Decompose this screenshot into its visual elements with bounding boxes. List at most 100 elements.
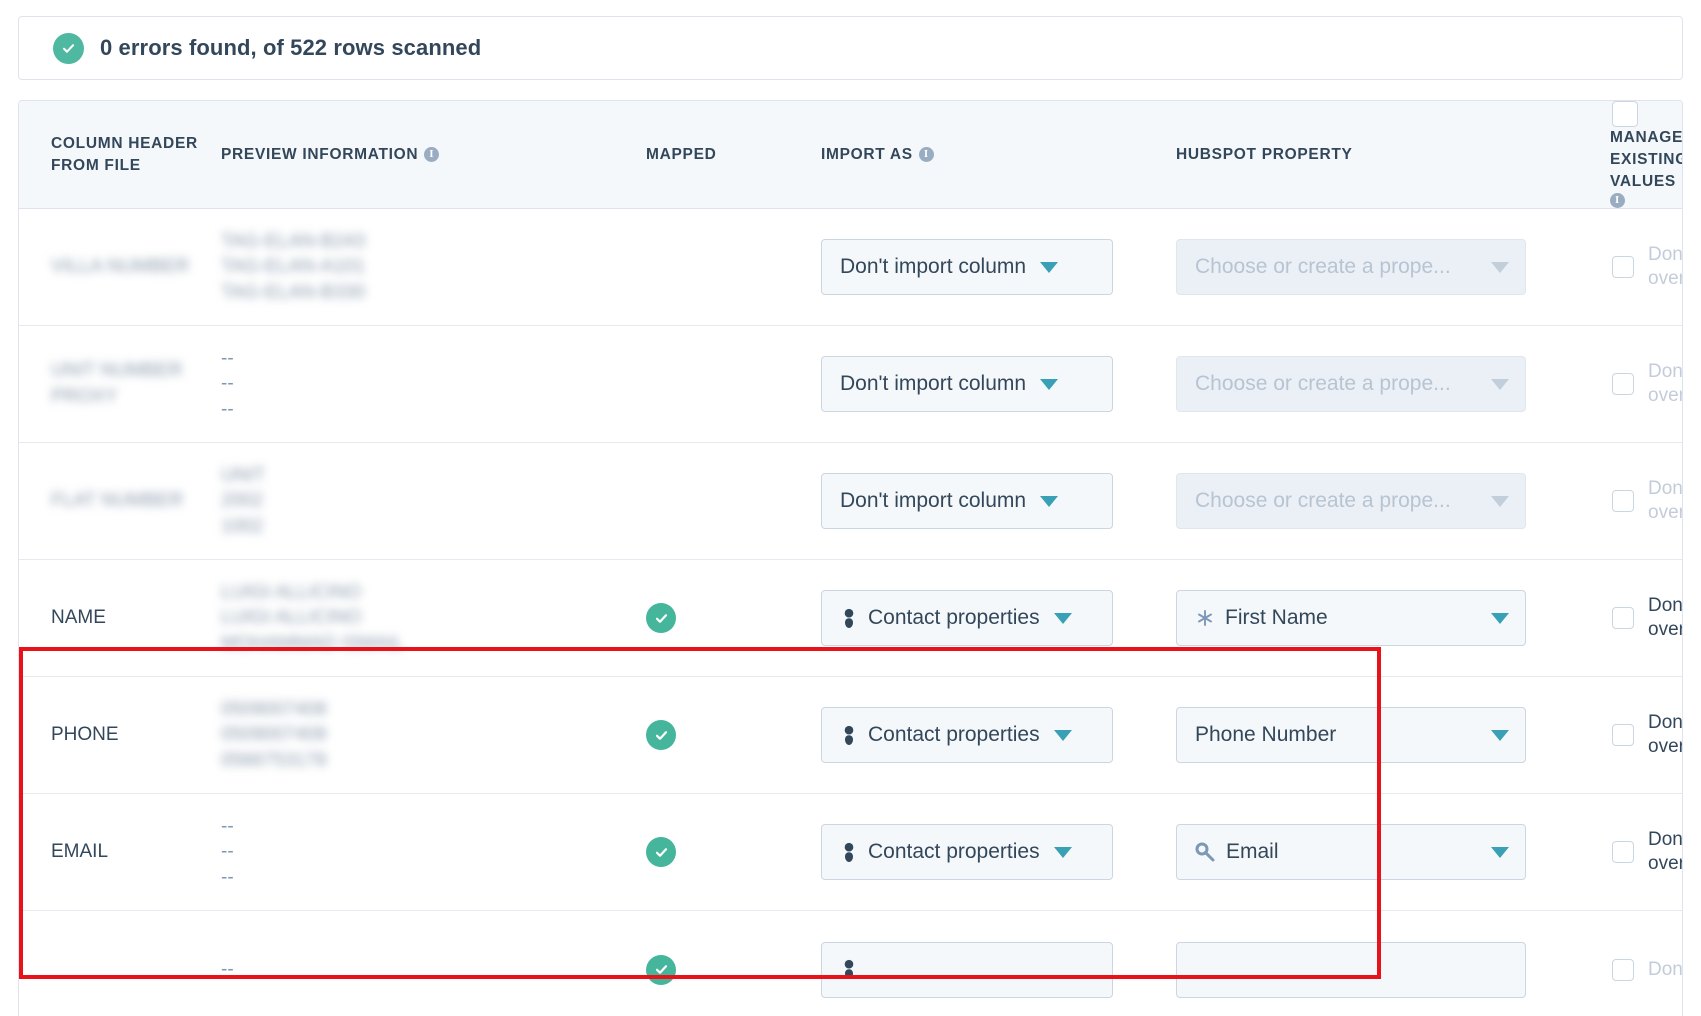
import-as-select[interactable]: Contact properties xyxy=(821,707,1113,763)
overwrite-label: Don't overwrite xyxy=(1648,595,1683,640)
manage-existing-values-info-icon[interactable]: i xyxy=(1610,193,1625,208)
select-all-overwrite-checkbox[interactable] xyxy=(1612,101,1638,127)
table-row: -- Don xyxy=(19,911,1682,1016)
manage-existing-values-cell: Don't overwrite xyxy=(1596,360,1683,408)
table-row: FLAT NUMBER UNIT 2002 1002 Don't import … xyxy=(19,443,1682,560)
hubspot-property-select: Choose or create a prope... xyxy=(1176,239,1526,295)
mapped-check-icon xyxy=(646,837,676,867)
overwrite-checkbox[interactable] xyxy=(1612,958,1634,981)
overwrite-checkbox[interactable] xyxy=(1612,256,1634,278)
table-header-row: COLUMN HEADER FROM FILE PREVIEW INFORMAT… xyxy=(19,101,1682,209)
hubspot-property-select[interactable]: First Name xyxy=(1176,590,1526,646)
chevron-down-icon xyxy=(1491,729,1509,741)
import-as-cell: Contact properties xyxy=(821,824,1176,880)
preview-value: -- -- -- xyxy=(221,816,234,888)
import-as-label: Don't import column xyxy=(840,489,1027,512)
column-header-value: PHONE xyxy=(51,724,119,746)
column-header-value: EMAIL xyxy=(51,841,109,863)
import-as-cell: Contact properties xyxy=(821,590,1176,646)
import-as-cell: Contact properties xyxy=(821,707,1176,763)
preview-value: -- -- -- xyxy=(221,348,234,420)
import-as-select[interactable] xyxy=(821,941,1113,998)
chevron-down-icon xyxy=(1491,612,1509,624)
import-as-select[interactable]: Don't import column xyxy=(821,473,1113,529)
hubspot-property-label: Phone Number xyxy=(1195,723,1337,746)
manage-existing-values-cell: Don't overwrite xyxy=(1596,711,1682,759)
mapped-check-icon xyxy=(646,954,676,985)
import-as-select[interactable]: Don't import column xyxy=(821,356,1113,412)
import-mapping-page: 0 errors found, of 522 rows scanned COLU… xyxy=(0,0,1701,1016)
contact-icon xyxy=(840,725,858,746)
hubspot-property-label: Choose or create a prope... xyxy=(1195,255,1451,278)
hubspot-property-cell: Choose or create a prope... xyxy=(1176,473,1596,529)
key-icon xyxy=(1195,842,1216,863)
chevron-down-icon xyxy=(1040,495,1059,507)
import-as-label: Don't import column xyxy=(840,372,1027,395)
table-row: VILLA NUMBER TAG-ELAN-B243 TAG-ELAN-A101… xyxy=(19,209,1682,326)
overwrite-checkbox[interactable] xyxy=(1612,373,1634,395)
import-as-label: Contact properties xyxy=(868,723,1040,746)
manage-existing-values-cell: Don't overwrite xyxy=(1596,828,1683,876)
hubspot-property-select[interactable]: Email xyxy=(1176,824,1526,880)
overwrite-label: Don't overwrite xyxy=(1648,478,1683,523)
preview-value: UNIT 2002 1002 xyxy=(221,465,266,537)
overwrite-checkbox[interactable] xyxy=(1612,724,1634,746)
chevron-down-icon xyxy=(1053,612,1072,624)
hubspot-property-label: Choose or create a prope... xyxy=(1195,372,1451,395)
hubspot-property-select[interactable]: Phone Number xyxy=(1176,707,1526,763)
column-header-value: VILLA NUMBER xyxy=(51,256,190,278)
chevron-down-icon xyxy=(1040,378,1059,390)
column-mapping-table: COLUMN HEADER FROM FILE PREVIEW INFORMAT… xyxy=(18,100,1683,1016)
column-header-value: UNIT NUMBER PROXY xyxy=(51,360,183,407)
hubspot-property-cell: Email xyxy=(1176,824,1596,880)
import-as-cell: Don't import column xyxy=(821,239,1176,295)
hubspot-property-cell: Choose or create a prope... xyxy=(1176,356,1596,412)
table-row: NAME LUIGI ALLICINO LUIGI ALLICINO MOHAM… xyxy=(19,560,1682,677)
overwrite-label: Don't xyxy=(1648,958,1682,980)
mapped-status xyxy=(646,720,821,750)
import-as-label: Contact properties xyxy=(868,606,1040,629)
import-as-select[interactable]: Contact properties xyxy=(821,824,1113,880)
import-as-select[interactable]: Contact properties xyxy=(821,590,1113,646)
import-as-info-icon[interactable]: i xyxy=(918,147,934,162)
preview-information-info-icon[interactable]: i xyxy=(424,147,440,162)
asterisk-icon xyxy=(1195,608,1215,628)
scan-status-text: 0 errors found, of 522 rows scanned xyxy=(100,35,482,60)
overwrite-label: Don't overwrite xyxy=(1648,361,1683,406)
overwrite-checkbox[interactable] xyxy=(1612,841,1634,863)
header-mapped: MAPPED xyxy=(646,145,717,163)
chevron-down-icon xyxy=(1491,261,1509,273)
manage-existing-values-cell: Don't overwrite xyxy=(1596,594,1683,642)
chevron-down-icon xyxy=(1491,495,1509,507)
mapped-check-icon xyxy=(646,603,676,633)
header-import-as: IMPORT AS i xyxy=(821,144,1176,166)
manage-existing-values-cell: Don't overwrite xyxy=(1596,243,1683,291)
scan-status-banner: 0 errors found, of 522 rows scanned xyxy=(18,16,1683,80)
hubspot-property-select: Choose or create a prope... xyxy=(1176,473,1526,529)
column-header-value: NAME xyxy=(51,607,106,629)
import-as-cell: Don't import column xyxy=(821,356,1176,412)
overwrite-label: Don't overwrite xyxy=(1648,829,1683,874)
hubspot-property-label: First Name xyxy=(1225,606,1328,629)
import-as-select[interactable]: Don't import column xyxy=(821,239,1113,295)
mapped-check-icon xyxy=(646,720,676,750)
select-all-overwrite-wrap xyxy=(1610,101,1654,127)
contact-icon xyxy=(840,959,858,980)
overwrite-checkbox[interactable] xyxy=(1612,490,1634,512)
check-circle-icon xyxy=(53,32,84,64)
table-row: EMAIL -- -- -- Contact properties Email … xyxy=(19,794,1682,911)
preview-value: -- xyxy=(221,958,234,980)
overwrite-checkbox[interactable] xyxy=(1612,607,1634,629)
table-row: PHONE 0509007408 0509007408 0566753178 C… xyxy=(19,677,1682,794)
hubspot-property-label: Choose or create a prope... xyxy=(1195,489,1451,512)
overwrite-label: Don't overwrite xyxy=(1648,244,1683,289)
chevron-down-icon xyxy=(1491,846,1509,858)
header-hubspot-property: HUBSPOT PROPERTY xyxy=(1176,145,1353,163)
column-header-value: FLAT NUMBER xyxy=(51,490,184,512)
hubspot-property-select[interactable] xyxy=(1176,941,1526,998)
table-row: UNIT NUMBER PROXY -- -- -- Don't import … xyxy=(19,326,1682,443)
contact-icon xyxy=(840,608,858,629)
manage-existing-values-cell: Don't xyxy=(1596,958,1682,982)
header-preview-information: PREVIEW INFORMATION i xyxy=(221,144,646,166)
hubspot-property-select: Choose or create a prope... xyxy=(1176,356,1526,412)
